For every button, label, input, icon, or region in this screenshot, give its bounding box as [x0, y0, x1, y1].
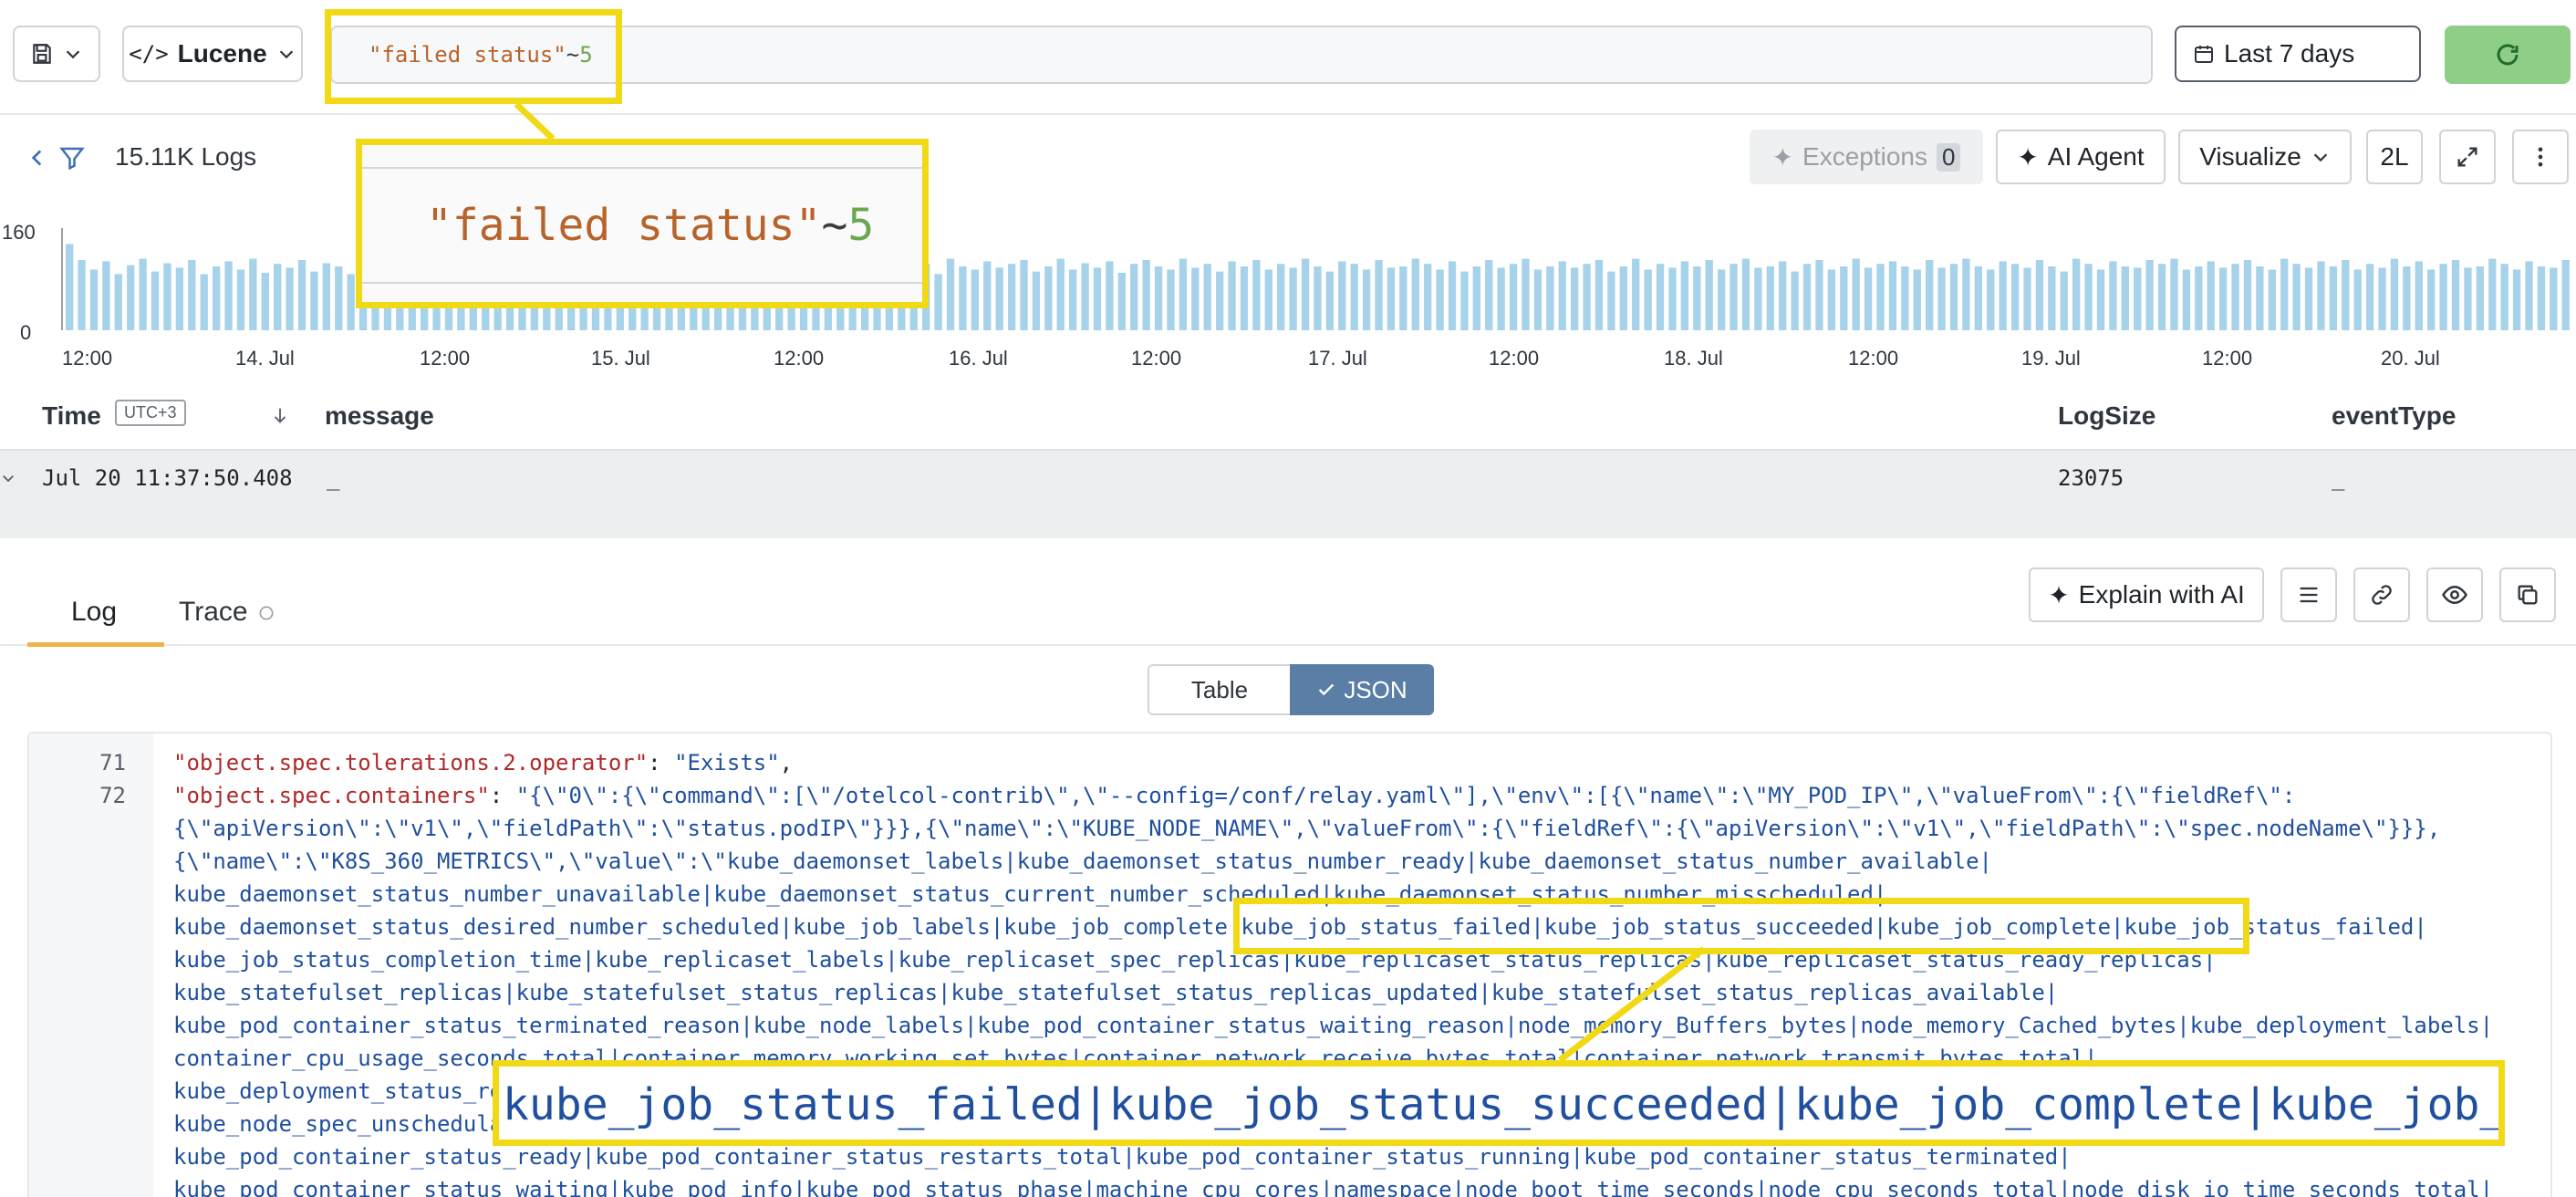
query-zoom-callout: "failed status"~5 — [356, 139, 929, 308]
query-zoom-text: "failed status"~5 — [426, 200, 875, 251]
json-zoom-callout: kube_job_status_failed|kube_job_status_s… — [493, 1060, 2505, 1146]
callout-rule — [362, 167, 922, 169]
json-highlight-box — [1233, 898, 2249, 954]
callout-rule — [362, 282, 922, 284]
json-zoom-text: kube_job_status_failed|kube_job_status_s… — [503, 1079, 2505, 1130]
